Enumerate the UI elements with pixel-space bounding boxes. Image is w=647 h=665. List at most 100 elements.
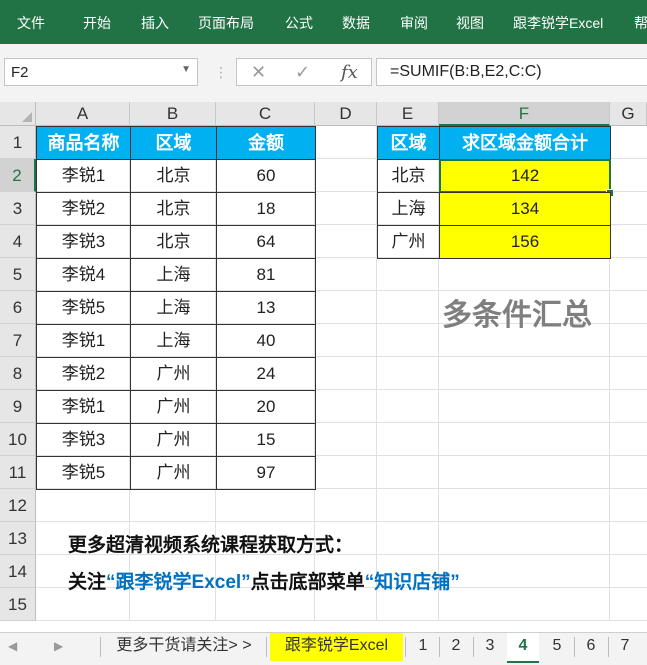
table1-header-cell[interactable]: 金额 bbox=[216, 126, 316, 160]
row-header-12[interactable]: 12 bbox=[0, 489, 36, 522]
ribbon-tab-review[interactable]: 审阅 bbox=[400, 13, 428, 33]
table1-data-cell[interactable]: 97 bbox=[216, 456, 316, 490]
table1-data-cell[interactable]: 81 bbox=[216, 258, 316, 292]
promo-line-1: 更多超清视频系统课程获取方式： bbox=[68, 535, 354, 556]
table1-data-cell[interactable]: 李锐1 bbox=[36, 324, 131, 358]
ribbon-tab-insert[interactable]: 插入 bbox=[141, 13, 169, 33]
table2-region-cell[interactable]: 北京 bbox=[377, 159, 440, 193]
name-box-value: F2 bbox=[11, 64, 29, 81]
table1-data-cell[interactable]: 李锐2 bbox=[36, 357, 131, 391]
sheet-tab-5[interactable]: 5 bbox=[542, 633, 572, 661]
column-header-b[interactable]: B bbox=[130, 102, 216, 126]
ribbon-tab-page-layout[interactable]: 页面布局 bbox=[198, 13, 254, 33]
table2-header-cell[interactable]: 区域 bbox=[377, 126, 440, 160]
table1-header-cell[interactable]: 商品名称 bbox=[36, 126, 131, 160]
ribbon-tab-file[interactable]: 文件 bbox=[17, 13, 45, 33]
table1-data-cell[interactable]: 上海 bbox=[130, 258, 217, 292]
table2-result-cell[interactable]: 134 bbox=[439, 192, 611, 226]
row-header-3[interactable]: 3 bbox=[0, 192, 36, 225]
sheet-tab-7[interactable]: 7 bbox=[610, 633, 640, 661]
column-header-g[interactable]: G bbox=[610, 102, 647, 126]
sheet-tab-2[interactable]: 2 bbox=[441, 633, 471, 661]
table1-data-cell[interactable]: 广州 bbox=[130, 456, 217, 490]
table1-data-cell[interactable]: 李锐4 bbox=[36, 258, 131, 292]
table1-data-cell[interactable]: 李锐3 bbox=[36, 423, 131, 457]
table1-data-cell[interactable]: 64 bbox=[216, 225, 316, 259]
table1-header-cell[interactable]: 区域 bbox=[130, 126, 217, 160]
chevron-down-icon[interactable]: ▼ bbox=[181, 64, 191, 75]
row-header-1[interactable]: 1 bbox=[0, 126, 36, 159]
column-header-e[interactable]: E bbox=[377, 102, 439, 126]
formula-input[interactable]: =SUMIF(B:B,E2,C:C) bbox=[376, 58, 647, 86]
table1-data-cell[interactable]: 李锐5 bbox=[36, 291, 131, 325]
table2-region-cell[interactable]: 上海 bbox=[377, 192, 440, 226]
row-header-14[interactable]: 14 bbox=[0, 555, 36, 588]
scroll-left-icon[interactable]: ◀ bbox=[8, 639, 17, 653]
row-header-13[interactable]: 13 bbox=[0, 522, 36, 555]
sheet-tab-excel[interactable]: 跟李锐学Excel bbox=[270, 633, 403, 661]
ribbon-tab-view[interactable]: 视图 bbox=[456, 13, 484, 33]
table2-header-cell[interactable]: 求区域金额合计 bbox=[439, 126, 611, 160]
sheet-tab-3[interactable]: 3 bbox=[475, 633, 505, 661]
table1-data-cell[interactable]: 24 bbox=[216, 357, 316, 391]
row-header-9[interactable]: 9 bbox=[0, 390, 36, 423]
column-header-c[interactable]: C bbox=[216, 102, 315, 126]
select-all-button[interactable] bbox=[0, 102, 36, 126]
scroll-right-icon[interactable]: ▶ bbox=[54, 639, 63, 653]
cancel-icon[interactable]: ✕ bbox=[251, 62, 266, 83]
table1-data-cell[interactable]: 18 bbox=[216, 192, 316, 226]
ribbon-tab-formulas[interactable]: 公式 bbox=[285, 13, 313, 33]
ribbon-tab-help[interactable]: 帮 bbox=[634, 13, 647, 33]
table1-data-cell[interactable]: 北京 bbox=[130, 225, 217, 259]
ribbon-tab-custom[interactable]: 跟李锐学Excel bbox=[513, 13, 603, 33]
row-header-6[interactable]: 6 bbox=[0, 291, 36, 324]
row-header-11[interactable]: 11 bbox=[0, 456, 36, 489]
name-box[interactable]: F2 ▼ bbox=[4, 58, 198, 86]
formula-text: =SUMIF(B:B,E2,C:C) bbox=[390, 63, 542, 80]
table1-data-cell[interactable]: 40 bbox=[216, 324, 316, 358]
sheet-tab-1[interactable]: 1 bbox=[408, 633, 438, 661]
ribbon-tab-home[interactable]: 开始 bbox=[83, 13, 111, 33]
table1-data-cell[interactable]: 李锐2 bbox=[36, 192, 131, 226]
table1-data-cell[interactable]: 北京 bbox=[130, 159, 217, 193]
table1-data-cell[interactable]: 20 bbox=[216, 390, 316, 424]
table1-data-cell[interactable]: 广州 bbox=[130, 390, 217, 424]
row-header-15[interactable]: 15 bbox=[0, 588, 36, 621]
function-icon[interactable]: fx bbox=[341, 62, 358, 83]
table1-data-cell[interactable]: 上海 bbox=[130, 324, 217, 358]
sheet-tab-4[interactable]: 4 bbox=[507, 633, 539, 663]
table1-data-cell[interactable]: 北京 bbox=[130, 192, 217, 226]
row-header-10[interactable]: 10 bbox=[0, 423, 36, 456]
table2-region-cell[interactable]: 广州 bbox=[377, 225, 440, 259]
tab-divider bbox=[439, 637, 440, 657]
column-header-f[interactable]: F bbox=[439, 102, 610, 126]
ribbon-tab-data[interactable]: 数据 bbox=[342, 13, 370, 33]
row-header-5[interactable]: 5 bbox=[0, 258, 36, 291]
table1-data-cell[interactable]: 李锐5 bbox=[36, 456, 131, 490]
table1-data-cell[interactable]: 60 bbox=[216, 159, 316, 193]
table1-data-cell[interactable]: 15 bbox=[216, 423, 316, 457]
table1-data-cell[interactable]: 李锐1 bbox=[36, 159, 131, 193]
row-header-2[interactable]: 2 bbox=[0, 159, 36, 192]
drag-handle-icon[interactable]: ⋮ bbox=[214, 64, 228, 81]
column-header-a[interactable]: A bbox=[36, 102, 130, 126]
table1-data-cell[interactable]: 上海 bbox=[130, 291, 217, 325]
column-header-d[interactable]: D bbox=[315, 102, 377, 126]
row-header-4[interactable]: 4 bbox=[0, 225, 36, 258]
table2-result-cell[interactable]: 156 bbox=[439, 225, 611, 259]
selected-cell-f2[interactable]: 142 bbox=[439, 159, 611, 193]
summary-title: 多条件汇总 bbox=[442, 299, 592, 332]
worksheet-grid[interactable]: A B C D E F G 1 2 3 4 5 6 7 8 9 10 11 12 13 14 15 商品名称… bbox=[0, 102, 647, 632]
row-header-7[interactable]: 7 bbox=[0, 324, 36, 357]
check-icon[interactable]: ✓ bbox=[295, 62, 310, 83]
table1-data-cell[interactable]: 广州 bbox=[130, 357, 217, 391]
row-header-8[interactable]: 8 bbox=[0, 357, 36, 390]
table1-data-cell[interactable]: 李锐3 bbox=[36, 225, 131, 259]
table1-data-cell[interactable]: 广州 bbox=[130, 423, 217, 457]
promo-menu: 点击底部菜单 bbox=[250, 572, 365, 593]
sheet-tab-follow[interactable]: 更多干货请关注> > bbox=[104, 633, 264, 661]
table1-data-cell[interactable]: 李锐1 bbox=[36, 390, 131, 424]
formula-buttons: ✕ ✓ fx bbox=[236, 58, 372, 86]
table1-data-cell[interactable]: 13 bbox=[216, 291, 316, 325]
sheet-tab-6[interactable]: 6 bbox=[576, 633, 606, 661]
